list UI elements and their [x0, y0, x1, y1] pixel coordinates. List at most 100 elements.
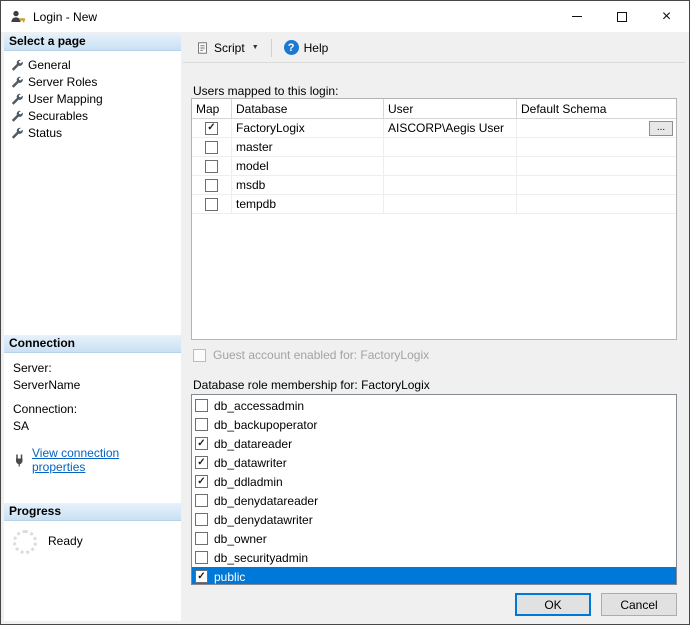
connection-label: Connection: — [13, 402, 175, 416]
maximize-icon — [617, 12, 627, 22]
role-item[interactable]: db_owner — [192, 529, 676, 548]
script-button[interactable]: Script ▼ — [189, 38, 266, 58]
roles-list: db_accessadmin db_backupoperator ✓ db_datar… — [191, 394, 677, 585]
sidebar: Select a page General Server Roles User Ma… — [4, 33, 181, 621]
progress-status: Ready — [48, 534, 83, 548]
table-header: Map Database User Default Schema — [192, 99, 676, 119]
role-checkbox[interactable] — [195, 532, 208, 545]
server-value: ServerName — [13, 378, 175, 392]
sidebar-item-user-mapping[interactable]: User Mapping — [4, 90, 181, 107]
page-wrench-icon — [10, 109, 23, 122]
role-item[interactable]: db_denydatawriter — [192, 510, 676, 529]
database-cell[interactable]: msdb — [232, 176, 384, 194]
sidebar-item-label: General — [28, 58, 71, 72]
map-checkbox[interactable] — [205, 198, 218, 211]
role-checkbox[interactable] — [195, 513, 208, 526]
footer: OK Cancel — [515, 593, 677, 616]
role-label: db_accessadmin — [214, 399, 304, 413]
role-checkbox[interactable]: ✓ — [195, 456, 208, 469]
role-label: db_datareader — [214, 437, 292, 451]
sidebar-item-label: Server Roles — [28, 75, 97, 89]
script-icon — [196, 41, 209, 54]
table-row: ✓ FactoryLogixAISCORP\Aegis User... — [192, 119, 676, 138]
close-button[interactable]: × — [644, 1, 689, 32]
map-checkbox[interactable] — [205, 179, 218, 192]
user-map-rows: ✓ FactoryLogixAISCORP\Aegis User... master… — [192, 119, 676, 339]
database-cell[interactable]: FactoryLogix — [232, 119, 384, 137]
role-checkbox[interactable]: ✓ — [195, 437, 208, 450]
role-item[interactable]: ✓db_datawriter — [192, 453, 676, 472]
role-item[interactable]: ✓ db_ddladmin — [192, 472, 676, 491]
role-item[interactable]: ✓ public — [192, 567, 676, 585]
server-label: Server: — [13, 361, 175, 375]
role-item[interactable]: db_backupoperator — [192, 415, 676, 434]
user-cell[interactable] — [384, 176, 517, 194]
sidebar-item-general[interactable]: General — [4, 56, 181, 73]
role-checkbox[interactable]: ✓ — [195, 570, 208, 583]
pages-list: General Server Roles User MappingSecurable… — [4, 51, 181, 335]
chevron-down-icon: ▼ — [252, 44, 259, 51]
map-cell — [192, 195, 232, 213]
map-checkbox[interactable] — [205, 160, 218, 173]
connection-header: Connection — [4, 335, 181, 353]
titlebar: Login - New × — [1, 1, 689, 32]
map-cell — [192, 176, 232, 194]
sidebar-item-status[interactable]: Status — [4, 124, 181, 141]
view-connection-properties-link[interactable]: View connection properties — [32, 446, 175, 474]
role-checkbox[interactable] — [195, 418, 208, 431]
help-button[interactable]: ? Help — [277, 37, 336, 58]
sidebar-item-securables[interactable]: Securables — [4, 107, 181, 124]
default-schema-cell[interactable] — [517, 138, 676, 156]
connection-value: SA — [13, 419, 175, 433]
sidebar-item-label: Status — [28, 126, 62, 140]
map-checkbox[interactable] — [205, 141, 218, 154]
select-a-page-header: Select a page — [4, 33, 181, 51]
window-controls: × — [554, 1, 689, 32]
connection-properties-icon — [13, 454, 26, 467]
user-cell[interactable]: AISCORP\Aegis User — [384, 119, 517, 137]
progress-spinner-icon — [13, 530, 37, 554]
maximize-button[interactable] — [599, 1, 644, 32]
role-item[interactable]: db_securityadmin — [192, 548, 676, 567]
default-schema-cell[interactable] — [517, 195, 676, 213]
role-checkbox[interactable]: ✓ — [195, 475, 208, 488]
role-item[interactable]: db_accessadmin — [192, 396, 676, 415]
sidebar-item-server-roles[interactable]: Server Roles — [4, 73, 181, 90]
browse-button[interactable]: ... — [649, 121, 673, 136]
close-icon: × — [662, 9, 671, 25]
role-checkbox[interactable] — [195, 494, 208, 507]
database-cell[interactable]: tempdb — [232, 195, 384, 213]
main-panel: Script ▼ ? Help Users mapped to this log… — [183, 33, 685, 621]
default-schema-cell[interactable]: ... — [517, 119, 676, 137]
role-checkbox[interactable] — [195, 551, 208, 564]
page-wrench-icon — [10, 58, 23, 71]
guest-account-checkbox — [193, 349, 206, 362]
help-label: Help — [304, 41, 329, 55]
column-header-default-schema: Default Schema — [517, 99, 676, 118]
cancel-button[interactable]: Cancel — [601, 593, 677, 616]
user-cell[interactable] — [384, 138, 517, 156]
role-item[interactable]: db_denydatareader — [192, 491, 676, 510]
role-item[interactable]: ✓ db_datareader — [192, 434, 676, 453]
user-map-table: Map Database User Default Schema ✓ Factor… — [191, 98, 677, 340]
users-mapped-label: Users mapped to this login: — [193, 84, 338, 98]
role-label: public — [214, 570, 245, 584]
map-cell: ✓ — [192, 119, 232, 137]
map-checkbox[interactable]: ✓ — [205, 122, 218, 135]
default-schema-cell[interactable] — [517, 176, 676, 194]
connection-panel: Server: ServerName Connection: SA View c… — [4, 353, 181, 503]
user-cell[interactable] — [384, 157, 517, 175]
minimize-button[interactable] — [554, 1, 599, 32]
column-header-user: User — [384, 99, 517, 118]
sidebar-item-label: User Mapping — [28, 92, 103, 106]
database-cell[interactable]: model — [232, 157, 384, 175]
role-label: db_denydatawriter — [214, 513, 313, 527]
role-label: db_ddladmin — [214, 475, 283, 489]
guest-account-label: Guest account enabled for: FactoryLogix — [213, 348, 429, 362]
role-checkbox[interactable] — [195, 399, 208, 412]
user-cell[interactable] — [384, 195, 517, 213]
default-schema-cell[interactable] — [517, 157, 676, 175]
progress-panel: Ready — [4, 521, 181, 621]
ok-button[interactable]: OK — [515, 593, 591, 616]
database-cell[interactable]: master — [232, 138, 384, 156]
